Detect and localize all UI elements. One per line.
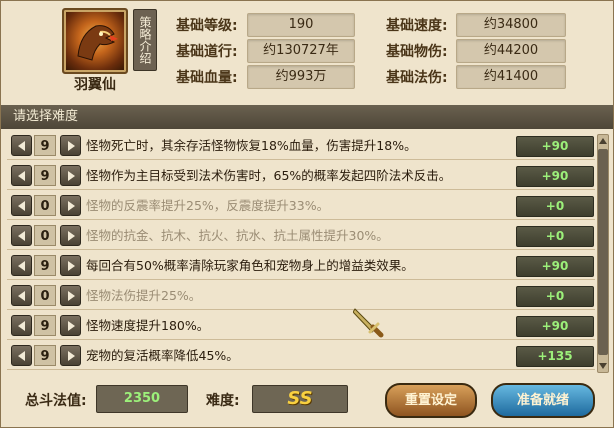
- option-bonus: +0: [516, 286, 594, 307]
- stat-label-hp: 基础血量:: [176, 70, 238, 86]
- level-value: 0: [34, 285, 56, 306]
- increase-button[interactable]: [60, 285, 81, 306]
- difficulty-options-list: 9 怪物死亡时，其余存活怪物恢复18%血量，伤害提升18%。 +90 9 怪物作…: [7, 132, 595, 374]
- decrease-button[interactable]: [11, 165, 32, 186]
- increase-button[interactable]: [60, 195, 81, 216]
- stat-label-tao: 基础道行:: [176, 44, 238, 60]
- decrease-button[interactable]: [11, 345, 32, 366]
- decrease-button[interactable]: [11, 225, 32, 246]
- level-value: 9: [34, 315, 56, 336]
- option-bonus: +135: [516, 346, 594, 367]
- option-description: 怪物的反震率提升25%，反震度提升33%。: [86, 198, 330, 213]
- option-description: 怪物速度提升180%。: [86, 318, 210, 333]
- stat-value-hp: 约993万: [247, 65, 355, 89]
- list-item: 9 宠物的复活概率降低45%。 +135: [7, 342, 595, 370]
- option-description: 怪物法伤提升25%。: [86, 288, 202, 303]
- list-item: 0 怪物法伤提升25%。 +0: [7, 282, 595, 310]
- list-item: 0 怪物的反震率提升25%，反震度提升33%。 +0: [7, 192, 595, 220]
- decrease-button[interactable]: [11, 285, 32, 306]
- increase-button[interactable]: [60, 345, 81, 366]
- difficulty-panel: 策略介绍 羽翼仙 基础等级: 190 基础速度: 约34800 基础道行: 约1…: [0, 0, 614, 428]
- character-name: 羽翼仙: [74, 77, 116, 93]
- option-description: 怪物的抗金、抗木、抗火、抗水、抗土属性提升30%。: [86, 228, 389, 243]
- level-value: 0: [34, 225, 56, 246]
- increase-button[interactable]: [60, 255, 81, 276]
- sword-cursor-icon: [353, 308, 384, 338]
- stat-label-speed: 基础速度:: [386, 18, 448, 34]
- option-bonus: +90: [516, 166, 594, 187]
- stat-label-physical-damage: 基础物伤:: [386, 44, 448, 60]
- stat-value-speed: 约34800: [456, 13, 566, 37]
- stat-value-physical-damage: 约44200: [456, 39, 566, 63]
- stat-value-level: 190: [247, 13, 355, 37]
- eagle-icon: [77, 25, 118, 61]
- list-item: 9 怪物速度提升180%。 +90: [7, 312, 595, 340]
- stat-label-level: 基础等级:: [176, 18, 238, 34]
- difficulty-header: 请选择难度: [1, 105, 613, 129]
- scrollbar-thumb[interactable]: [598, 149, 608, 355]
- reset-settings-button[interactable]: 重置设定: [385, 383, 477, 418]
- difficulty-rank-value: SS: [252, 385, 348, 413]
- list-scrollbar[interactable]: [597, 134, 609, 373]
- level-value: 9: [34, 255, 56, 276]
- option-description: 怪物死亡时，其余存活怪物恢复18%血量，伤害提升18%。: [86, 138, 417, 153]
- stat-value-tao: 约130727年: [247, 39, 355, 63]
- option-bonus: +90: [516, 316, 594, 337]
- total-power-value: 2350: [96, 385, 188, 413]
- option-description: 每回合有50%概率清除玩家角色和宠物身上的增益类效果。: [86, 258, 414, 273]
- option-bonus: +90: [516, 256, 594, 277]
- decrease-button[interactable]: [11, 255, 32, 276]
- decrease-button[interactable]: [11, 135, 32, 156]
- total-power-label: 总斗法值:: [25, 393, 87, 409]
- difficulty-rank-label: 难度:: [206, 393, 240, 409]
- option-description: 宠物的复活概率降低45%。: [86, 348, 239, 363]
- option-description: 怪物作为主目标受到法术伤害时，65%的概率发起四阶法术反击。: [86, 168, 452, 183]
- scroll-up-icon[interactable]: [599, 138, 607, 144]
- list-item: 9 怪物死亡时，其余存活怪物恢复18%血量，伤害提升18%。 +90: [7, 132, 595, 160]
- option-bonus: +90: [516, 136, 594, 157]
- increase-button[interactable]: [60, 165, 81, 186]
- decrease-button[interactable]: [11, 315, 32, 336]
- decrease-button[interactable]: [11, 195, 32, 216]
- level-value: 9: [34, 165, 56, 186]
- stat-value-magic-damage: 约41400: [456, 65, 566, 89]
- character-portrait: [62, 8, 128, 74]
- ready-button[interactable]: 准备就绪: [491, 383, 595, 418]
- option-bonus: +0: [516, 196, 594, 217]
- level-value: 9: [34, 135, 56, 156]
- scroll-down-icon[interactable]: [599, 363, 607, 369]
- option-bonus: +0: [516, 226, 594, 247]
- list-item: 9 怪物作为主目标受到法术伤害时，65%的概率发起四阶法术反击。 +90: [7, 162, 595, 190]
- increase-button[interactable]: [60, 135, 81, 156]
- strategy-intro-button[interactable]: 策略介绍: [133, 9, 157, 71]
- list-item: 0 怪物的抗金、抗木、抗火、抗水、抗土属性提升30%。 +0: [7, 222, 595, 250]
- level-value: 0: [34, 195, 56, 216]
- level-value: 9: [34, 345, 56, 366]
- increase-button[interactable]: [60, 225, 81, 246]
- increase-button[interactable]: [60, 315, 81, 336]
- list-item: 9 每回合有50%概率清除玩家角色和宠物身上的增益类效果。 +90: [7, 252, 595, 280]
- stat-label-magic-damage: 基础法伤:: [386, 70, 448, 86]
